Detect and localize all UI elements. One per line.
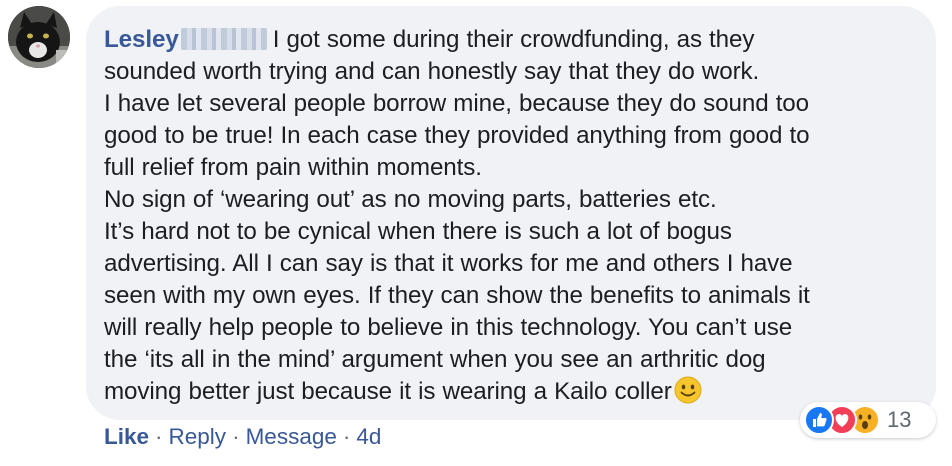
slightly-smiling-face-icon — [674, 376, 702, 404]
timestamp[interactable]: 4d — [356, 424, 381, 449]
reply-button[interactable]: Reply — [169, 424, 227, 449]
reaction-count: 13 — [887, 407, 912, 432]
comment-line: Lesley I got some during their crowdfundi… — [104, 26, 755, 53]
comment-line: sounded worth trying and can honestly sa… — [104, 58, 760, 85]
separator: · — [232, 424, 240, 449]
comment-line: seen with my own eyes. If they can show … — [104, 282, 810, 309]
separator: · — [342, 424, 351, 449]
comment-line: It’s hard not to be cynical when there i… — [104, 218, 732, 245]
cat-avatar-icon — [8, 6, 70, 68]
comment-line: advertising. All I can say is that it wo… — [104, 250, 793, 277]
comment-actions: Like · Reply · Message · 4d — [104, 424, 381, 450]
avatar[interactable] — [8, 6, 70, 68]
comment-line: good to be true! In each case they provi… — [104, 122, 810, 149]
separator: · — [155, 424, 163, 449]
comment-text: Lesley I got some during their crowdfundi… — [104, 24, 916, 408]
comment-line: moving better just because it is wearing… — [104, 376, 916, 408]
like-reaction-icon — [804, 405, 834, 435]
comment-line: the ‘its all in the mind’ argument when … — [104, 346, 766, 373]
message-button[interactable]: Message — [246, 424, 337, 449]
author-name[interactable]: Lesley — [104, 26, 179, 53]
reactions-summary[interactable]: 13 — [800, 402, 936, 438]
comment-line: I have let several people borrow mine, b… — [104, 90, 810, 117]
comment-line: full relief from pain within moments. — [104, 154, 482, 181]
comment-bubble: Lesley I got some during their crowdfundi… — [86, 6, 936, 420]
like-button[interactable]: Like — [104, 424, 149, 449]
blurred-surname — [180, 28, 267, 50]
comment-line: will really help people to believe in th… — [104, 314, 793, 341]
comment-line: No sign of ‘wearing out’ as no moving pa… — [104, 186, 717, 213]
